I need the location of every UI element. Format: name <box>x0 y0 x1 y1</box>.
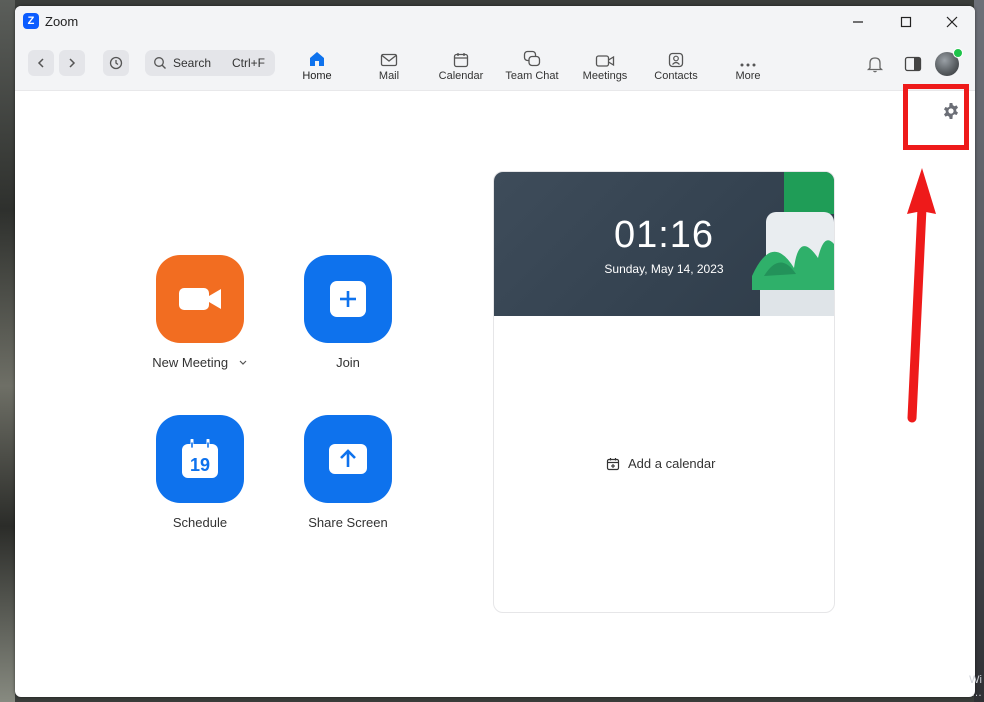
schedule-button[interactable]: 19 <box>156 415 244 503</box>
tab-more[interactable]: More <box>712 46 784 86</box>
tab-home[interactable]: Home <box>281 46 353 86</box>
clock-date: Sunday, May 14, 2023 <box>604 262 724 276</box>
zoom-logo-icon: Z <box>23 13 39 29</box>
mail-icon <box>380 53 398 67</box>
schedule-label: Schedule <box>172 515 228 530</box>
tab-label: Home <box>302 70 332 82</box>
tab-team-chat[interactable]: Team Chat <box>496 46 568 86</box>
desktop-background-right <box>974 0 984 702</box>
minimize-button[interactable] <box>835 9 881 35</box>
video-camera-icon <box>179 288 221 310</box>
tab-label: Calendar <box>438 70 484 82</box>
notifications-button[interactable] <box>864 53 886 75</box>
window-title: Zoom <box>45 14 79 29</box>
maximize-icon <box>900 16 912 28</box>
presence-status-icon <box>953 48 963 58</box>
history-icon <box>109 56 123 70</box>
calendar-icon <box>453 53 469 68</box>
contacts-icon <box>668 52 684 68</box>
toolbar: Search Ctrl+F Home Mail Calendar Team Ch… <box>15 38 975 91</box>
history-button[interactable] <box>103 50 129 76</box>
share-screen-button[interactable] <box>304 415 392 503</box>
calendar-card: 01:16 Sunday, May 14, 2023 Add a calenda… <box>493 171 835 613</box>
forward-button[interactable] <box>59 50 85 76</box>
search-label: Search <box>173 56 212 70</box>
search-icon <box>154 57 166 69</box>
tab-contacts[interactable]: Contacts <box>640 46 712 86</box>
title-bar: Z Zoom <box>15 6 975 38</box>
desktop-background-left <box>0 0 15 702</box>
tab-label: Contacts <box>654 70 698 82</box>
calendar-header: 01:16 Sunday, May 14, 2023 <box>494 172 834 316</box>
search-shortcut: Ctrl+F <box>232 56 265 70</box>
share-screen-icon <box>329 444 367 474</box>
red-arrow-annotation-icon <box>907 168 936 423</box>
side-panel-icon <box>904 56 922 72</box>
maximize-button[interactable] <box>883 9 929 35</box>
tab-label: More <box>735 70 761 82</box>
tab-label: Team Chat <box>505 70 559 82</box>
back-button[interactable] <box>28 50 54 76</box>
clock-time: 01:16 <box>613 214 715 256</box>
calendar-day-number: 19 <box>190 455 210 475</box>
add-calendar-link[interactable]: Add a calendar <box>606 456 715 471</box>
close-icon <box>946 16 958 28</box>
tab-label: Meetings <box>582 70 628 82</box>
bell-icon <box>866 57 884 73</box>
tab-label: Mail <box>378 70 400 82</box>
zoom-window: Z Zoom Search Ctrl+F Home Mail Calendar … <box>15 6 975 697</box>
video-icon <box>595 55 615 67</box>
tab-mail[interactable]: Mail <box>353 46 425 86</box>
chevron-right-icon <box>69 58 76 68</box>
tab-meetings[interactable]: Meetings <box>569 46 641 86</box>
calendar-add-icon <box>606 457 620 470</box>
minimize-icon <box>853 21 863 23</box>
new-meeting-button[interactable] <box>156 255 244 343</box>
home-icon <box>310 52 324 66</box>
add-calendar-text: Add a calendar <box>628 456 716 471</box>
calendar-schedule-icon: 19 <box>182 439 218 478</box>
search-box[interactable]: Search Ctrl+F <box>145 50 275 76</box>
side-panel-button[interactable] <box>902 53 924 75</box>
new-meeting-text: New Meeting <box>152 355 229 370</box>
new-meeting-label: New Meeting <box>125 355 275 370</box>
join-label: Join <box>336 355 360 370</box>
more-icon <box>740 63 756 67</box>
plus-icon <box>330 281 366 317</box>
tab-calendar[interactable]: Calendar <box>425 46 497 86</box>
chevron-down-icon[interactable] <box>238 359 248 367</box>
chevron-left-icon <box>37 58 44 68</box>
join-button[interactable] <box>304 255 392 343</box>
share-screen-label: Share Screen <box>308 515 388 530</box>
close-button[interactable] <box>929 9 975 35</box>
desktop-watermark: Wi… <box>969 674 982 699</box>
chat-icon <box>523 50 541 67</box>
highlight-box-annotation <box>903 84 969 150</box>
